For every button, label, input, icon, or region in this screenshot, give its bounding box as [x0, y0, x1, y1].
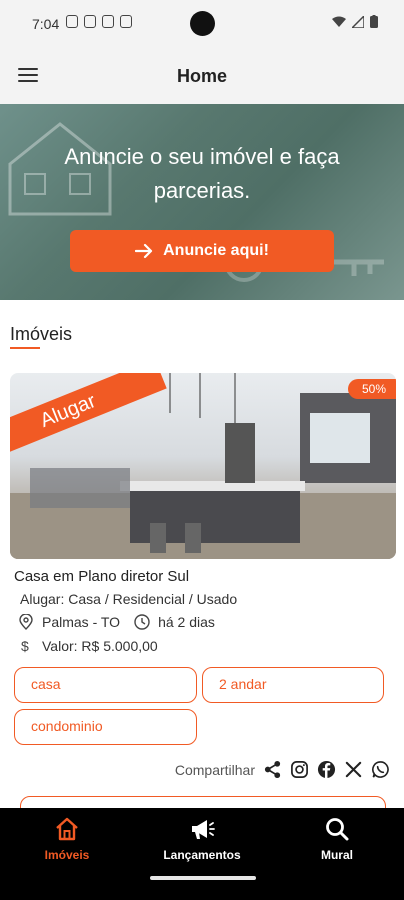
tag-chip[interactable]: casa — [14, 667, 197, 703]
battery-icon — [370, 15, 378, 28]
signal-icon — [352, 15, 364, 28]
dollar-icon: $ — [21, 638, 29, 654]
share-row: Compartilhar — [175, 760, 390, 779]
x-twitter-icon[interactable] — [344, 760, 363, 779]
nav-item-mural[interactable]: Mural — [282, 816, 392, 862]
status-time: 7:04 — [32, 16, 60, 32]
advertise-button-label: Anuncie aqui! — [163, 242, 269, 259]
nav-item-lancamentos[interactable]: Lançamentos — [147, 816, 257, 862]
bottom-nav: Imóveis Lançamentos Mural — [0, 808, 404, 900]
tag-chip[interactable]: 2 andar — [202, 667, 384, 703]
sim-icon — [84, 15, 96, 28]
clock-icon — [134, 614, 150, 630]
discount-badge: 50% — [347, 379, 396, 399]
search-icon — [326, 818, 349, 841]
shield-icon — [66, 15, 78, 28]
share-icon[interactable] — [263, 760, 282, 779]
a-icon — [102, 15, 114, 28]
status-bar: 7:04 — [0, 0, 404, 48]
vpn-icon — [120, 15, 132, 28]
instagram-icon[interactable] — [290, 760, 309, 779]
home-indicator — [150, 876, 256, 880]
wifi-icon — [332, 16, 346, 27]
listing-price-row: $ Valor: R$ 5.000,00 — [18, 638, 158, 654]
advertise-button[interactable]: Anuncie aqui! — [70, 230, 334, 272]
listing-title[interactable]: Casa em Plano diretor Sul — [14, 568, 189, 585]
listing-location: Palmas - TO — [42, 614, 121, 630]
hero-text: Anuncie o seu imóvel e faça parcerias. — [64, 144, 340, 203]
nav-label-mural: Mural — [320, 848, 353, 862]
nav-label-lancamentos: Lançamentos — [163, 848, 241, 862]
system-icons — [332, 15, 378, 28]
camera-cutout — [190, 11, 215, 36]
tag-chip[interactable]: condominio — [14, 709, 197, 745]
section-underline — [10, 347, 40, 349]
location-pin-icon — [19, 614, 33, 630]
listing-meta: Palmas - TO há 2 dias — [18, 614, 215, 630]
facebook-icon[interactable] — [317, 760, 336, 779]
app-bar: Home — [0, 48, 404, 104]
megaphone-icon — [192, 820, 215, 839]
listing-subtitle: Alugar: Casa / Residencial / Usado — [20, 591, 238, 607]
hero-banner: Anuncie o seu imóvel e faça parcerias. A… — [0, 104, 404, 300]
notification-icons — [66, 15, 132, 28]
arrow-right-icon — [135, 243, 153, 259]
home-icon — [56, 817, 78, 841]
whatsapp-icon[interactable] — [371, 760, 390, 779]
nav-label-imoveis: Imóveis — [44, 848, 90, 862]
share-label: Compartilhar — [174, 761, 255, 778]
page-title: Home — [176, 66, 227, 86]
listing-image[interactable]: Alugar 50% — [10, 373, 396, 559]
section-title: Imóveis — [10, 324, 73, 344]
listing-time: há 2 dias — [158, 614, 215, 630]
listing-price: Valor: R$ 5.000,00 — [42, 638, 158, 654]
nav-item-imoveis[interactable]: Imóveis — [12, 816, 122, 862]
svg-text:$: $ — [21, 638, 29, 654]
